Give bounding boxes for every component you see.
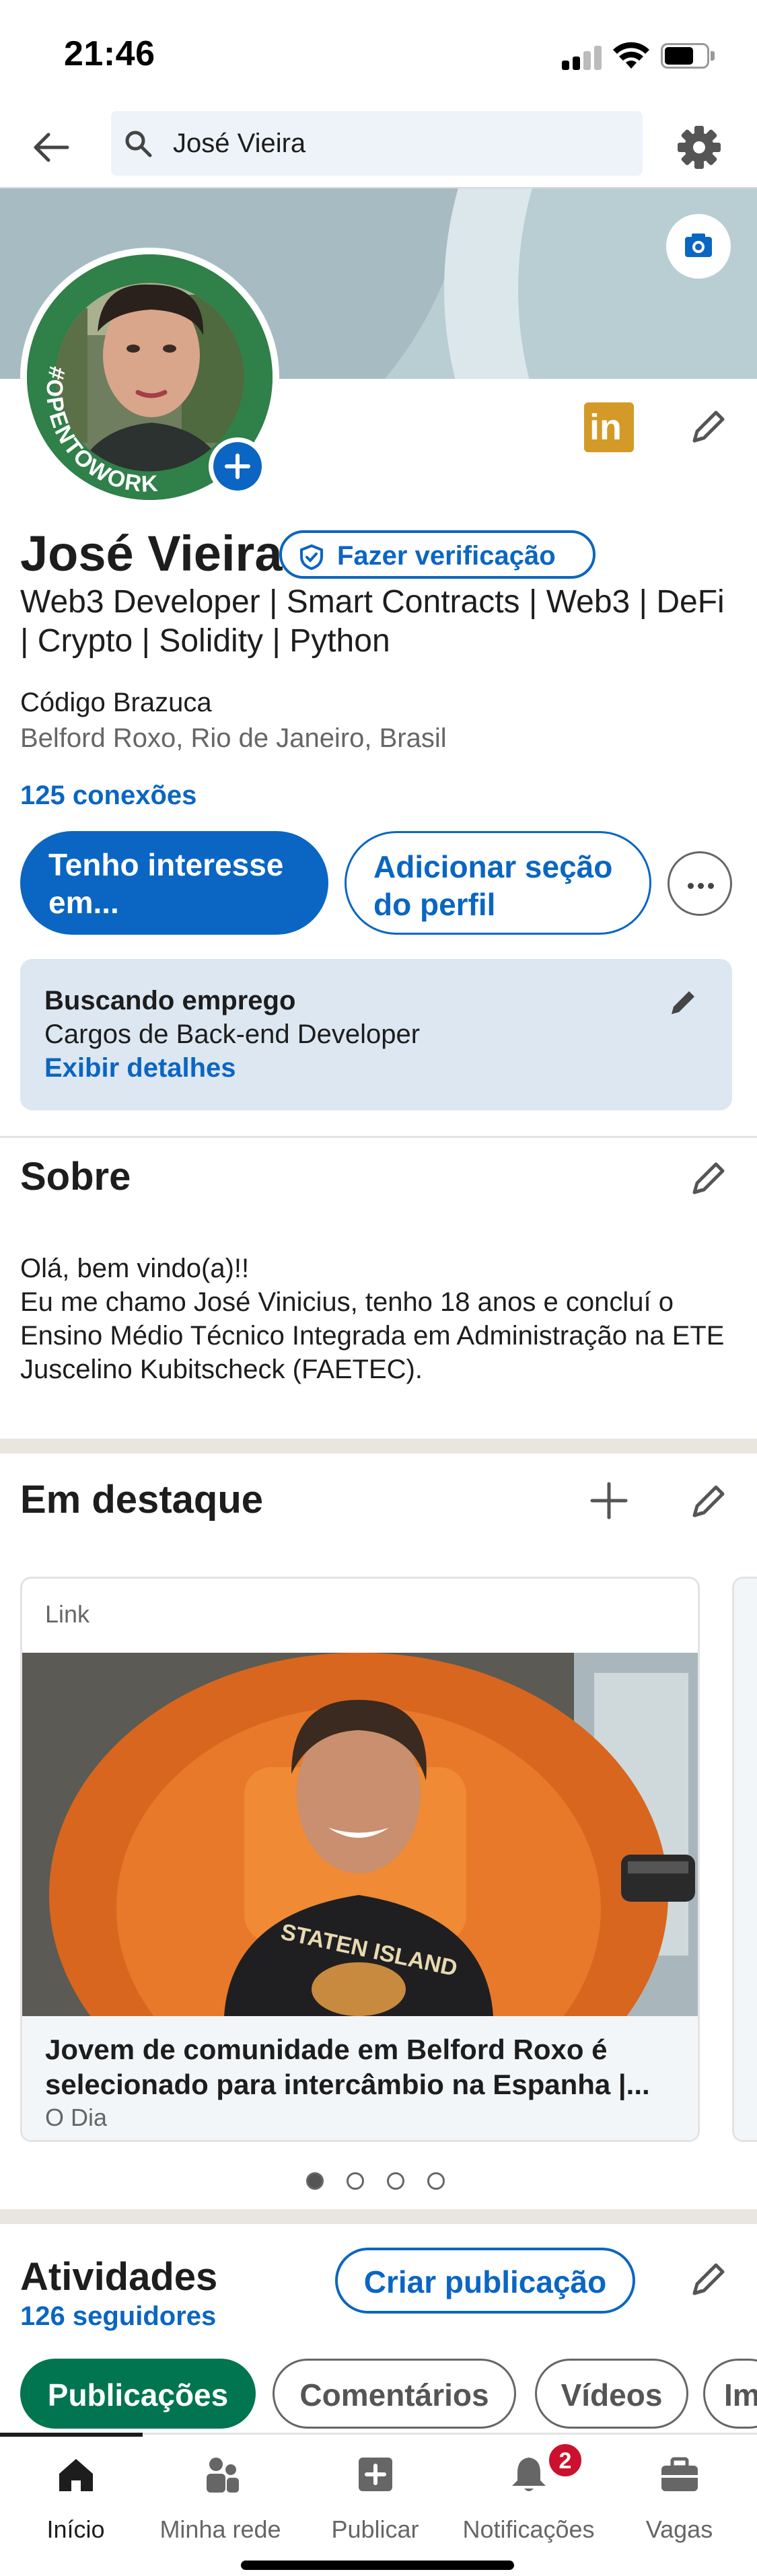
about-title: Sobre — [20, 1155, 131, 1198]
edit-cover-button[interactable] — [666, 214, 731, 279]
bell-icon — [512, 2458, 546, 2491]
search-value: José Vieira — [173, 129, 306, 158]
featured-card-source: O Dia — [45, 2104, 108, 2131]
network-icon — [207, 2458, 239, 2493]
about-line-1: Olá, bem vindo(a)!! — [20, 1254, 250, 1283]
pagination-dot-2[interactable] — [347, 2172, 364, 2190]
camera-icon — [685, 234, 712, 257]
tab-jobs[interactable]: Vagas — [604, 2448, 755, 2543]
edit-intro-pencil-icon[interactable] — [686, 406, 729, 449]
tab-home[interactable]: Início — [0, 2448, 151, 2543]
briefcase-icon — [661, 2457, 698, 2491]
notifications-badge: 2 — [546, 2441, 584, 2479]
edit-about-pencil-icon[interactable] — [686, 1157, 729, 1201]
verify-button[interactable]: Fazer verificação — [279, 530, 596, 579]
shield-check-icon — [300, 544, 323, 571]
pagination-dot-4[interactable] — [427, 2172, 445, 2190]
divider — [0, 1136, 757, 1138]
create-post-button[interactable]: Criar publicação — [335, 2248, 635, 2314]
profile-location: Belford Roxo, Rio de Janeiro, Brasil — [20, 723, 447, 753]
profile-name: José Vieira — [20, 526, 283, 581]
chip-posts[interactable]: Publicações — [20, 2359, 256, 2429]
section-divider — [0, 2209, 757, 2224]
verify-label: Fazer verificação — [337, 541, 556, 571]
pagination-dot-3[interactable] — [387, 2172, 404, 2190]
search-header: José Vieira — [0, 108, 757, 187]
back-arrow-icon[interactable] — [27, 122, 77, 172]
edit-activity-pencil-icon[interactable] — [686, 2258, 729, 2301]
wifi-icon — [613, 42, 649, 69]
followers-link[interactable]: 126 seguidores — [20, 2301, 216, 2332]
open-to-label: Tenho interesse em... — [48, 847, 284, 920]
featured-card-image: STATEN ISLAND — [22, 1653, 698, 2016]
featured-card-headline: Jovem de comunidade em Belford Roxo é se… — [45, 2034, 650, 2100]
add-photo-button[interactable] — [209, 437, 266, 495]
profile-company: Código Brazuca — [20, 688, 212, 717]
search-input[interactable]: José Vieira — [111, 111, 643, 176]
battery-icon — [661, 43, 715, 69]
about-line-2: Eu me chamo José Vinicius, tenho 18 anos… — [20, 1287, 725, 1384]
open-to-button[interactable]: Tenho interesse em... — [20, 831, 328, 935]
tab-post[interactable]: Publicar — [299, 2448, 451, 2543]
active-tab-indicator — [0, 2433, 143, 2437]
next-featured-card[interactable] — [732, 1577, 757, 2142]
activity-title: Atividades — [20, 2255, 218, 2299]
open-to-work-subtitle: Cargos de Back-end Developer — [44, 1019, 421, 1049]
chip-videos[interactable]: Vídeos — [535, 2359, 688, 2429]
featured-card[interactable]: Link STATEN ISLAND Jovem de comunidade e… — [20, 1577, 700, 2142]
gear-icon[interactable] — [673, 121, 725, 174]
home-indicator — [241, 2561, 514, 2570]
create-post-label: Criar publicação — [363, 2264, 607, 2299]
add-profile-section-button[interactable]: Adicionar seção do perfil — [345, 831, 651, 935]
signal-icon — [562, 46, 602, 70]
edit-open-to-work-pencil-icon[interactable] — [665, 986, 700, 1021]
pagination-dot-1[interactable] — [306, 2172, 324, 2190]
connections-link[interactable]: 125 conexões — [20, 781, 196, 811]
plus-icon — [225, 454, 250, 479]
home-icon — [59, 2459, 93, 2491]
open-to-work-title: Buscando emprego — [44, 986, 296, 1015]
carousel-pagination — [306, 2172, 454, 2192]
open-to-work-card[interactable]: Buscando emprego Cargos de Back-end Deve… — [20, 959, 732, 1110]
featured-card-kind: Link — [45, 1600, 90, 1628]
add-section-label: Adicionar seção do perfil — [373, 849, 613, 922]
show-details-link[interactable]: Exibir detalhes — [44, 1053, 236, 1083]
search-icon — [125, 131, 152, 157]
chip-images[interactable]: Im — [703, 2359, 757, 2429]
chip-comments[interactable]: Comentários — [273, 2359, 516, 2429]
section-divider — [0, 1439, 757, 1454]
more-options-button[interactable] — [668, 851, 732, 916]
bottom-tab-bar: Início Minha rede Publicar Notificações … — [0, 2433, 757, 2576]
status-bar: 21:46 — [0, 0, 757, 108]
edit-featured-pencil-icon[interactable] — [686, 1480, 729, 1524]
linkedin-logo-icon[interactable]: in — [584, 402, 634, 452]
add-featured-plus-icon[interactable] — [587, 1478, 631, 1523]
status-time: 21:46 — [64, 34, 155, 73]
post-icon — [359, 2458, 392, 2491]
tab-my-network[interactable]: Minha rede — [145, 2448, 296, 2543]
featured-title: Em destaque — [20, 1478, 263, 1522]
profile-headline: Web3 Developer | Smart Contracts | Web3 … — [20, 584, 725, 659]
about-text: Olá, bem vindo(a)!! Eu me chamo José Vin… — [20, 1252, 740, 1386]
